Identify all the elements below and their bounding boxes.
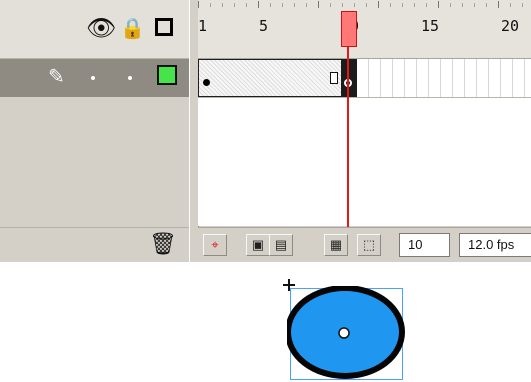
timeline-control-bar: ⌖ ▣ ▤ ▦ ⬚ 10 12.0 fps <box>198 227 531 262</box>
frames-empty-area <box>198 98 531 226</box>
layer-row[interactable]: ✎ <box>0 59 191 97</box>
layer-controls: 🗑 <box>0 227 191 262</box>
current-frame-field[interactable]: 10 <box>399 233 450 257</box>
tween-span[interactable] <box>198 59 343 97</box>
outline-icon[interactable] <box>155 18 173 36</box>
edit-multiple-frames-button[interactable]: ▦ <box>324 234 348 256</box>
timeline-panel: 👁 🔒 ✎ 🗑 1 5 15 20 ⌖ ▣ ▤ ▦ ⬚ 10 12.0 fps <box>0 0 531 262</box>
onion-skin-outlines-button[interactable]: ▤ <box>269 234 293 256</box>
lock-icon[interactable]: 🔒 <box>120 18 145 40</box>
frames-row[interactable] <box>198 59 531 98</box>
center-frame-icon: ⌖ <box>211 237 219 252</box>
frame-rate-field[interactable]: 12.0 fps <box>459 233 531 257</box>
ruler-label-15: 15 <box>421 17 440 35</box>
start-keyframe-dot[interactable] <box>203 79 210 86</box>
pencil-icon: ✎ <box>48 66 65 88</box>
dot-icon <box>128 76 132 80</box>
modify-onion-markers-button[interactable]: ⬚ <box>357 234 381 256</box>
ruler-label-5: 5 <box>259 17 269 35</box>
trash-icon[interactable]: 🗑 <box>149 233 177 255</box>
onion-skin-outlines-icon: ▤ <box>274 237 288 252</box>
eye-icon[interactable]: 👁 <box>86 17 116 41</box>
dot-icon <box>91 76 95 80</box>
playhead-marker[interactable] <box>341 11 357 47</box>
edit-multiple-frames-icon: ▦ <box>329 237 343 252</box>
ruler-label-20: 20 <box>501 17 520 35</box>
timeline-ruler[interactable]: 1 5 10 15 20 <box>198 0 531 59</box>
playhead-line <box>347 47 349 227</box>
stage-area[interactable] <box>0 262 531 381</box>
circle-shape[interactable] <box>287 286 407 382</box>
current-frame-highlight[interactable] <box>341 59 357 97</box>
ruler-label-1: 1 <box>198 17 208 35</box>
onion-skin-icon: ▣ <box>251 237 265 252</box>
layer-header: 👁 🔒 <box>0 0 191 59</box>
layer-color-icon[interactable] <box>157 65 177 85</box>
onion-skin-button[interactable]: ▣ <box>246 234 270 256</box>
layer-empty-area <box>0 98 191 226</box>
center-frame-button[interactable]: ⌖ <box>203 234 227 256</box>
end-frame-marker[interactable] <box>330 72 338 84</box>
modify-onion-markers-icon: ⬚ <box>362 237 376 252</box>
